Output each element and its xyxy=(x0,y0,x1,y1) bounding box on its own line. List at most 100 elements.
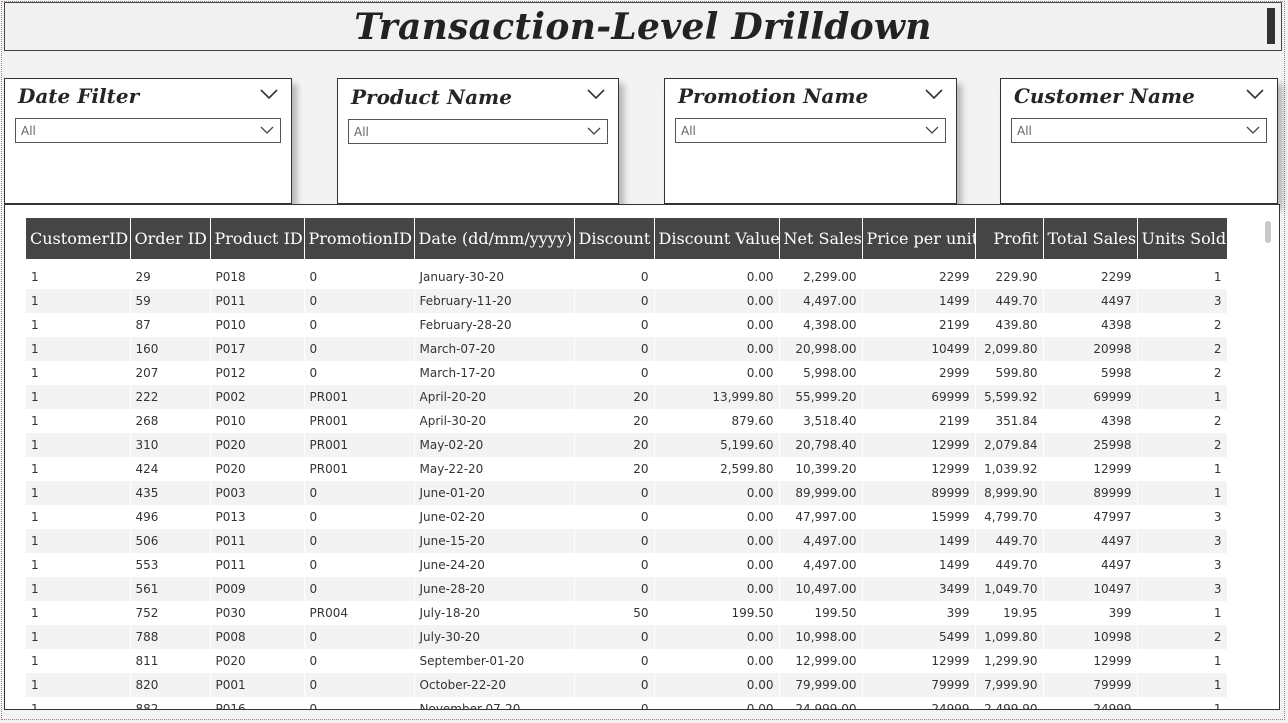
table-cell: 89,999.00 xyxy=(779,481,863,505)
column-header[interactable]: Price per unit xyxy=(862,218,976,259)
table-scrollbar[interactable] xyxy=(1265,217,1273,705)
table-cell: 12999 xyxy=(1043,457,1138,481)
table-row[interactable]: 1 506 P011 0 June-15-20 0 0.00 4,497.00 1499 449.… xyxy=(26,529,1228,553)
column-header[interactable]: Order ID xyxy=(130,218,211,259)
table-cell: 10,998.00 xyxy=(779,625,863,649)
chevron-down-icon[interactable] xyxy=(586,87,606,101)
table-cell: 8,999.90 xyxy=(975,481,1044,505)
table-cell: 25998 xyxy=(1043,433,1138,457)
column-header[interactable]: Date (dd/mm/yyyy) xyxy=(414,218,575,259)
column-header[interactable]: Total Sales xyxy=(1043,218,1138,259)
table-cell: P018 xyxy=(210,259,305,289)
table-cell: 55,999.20 xyxy=(779,385,863,409)
column-header[interactable]: Units Sold xyxy=(1137,218,1228,259)
table-cell: 1 xyxy=(26,313,131,337)
scrollbar-thumb[interactable] xyxy=(1265,221,1271,243)
chevron-down-icon[interactable] xyxy=(1245,87,1265,101)
table-cell: PR001 xyxy=(304,433,415,457)
slicer-title: Customer Name xyxy=(1014,84,1195,108)
table-cell: 2,599.80 xyxy=(654,457,780,481)
table-cell: 3 xyxy=(1137,553,1228,577)
table-cell: 5,199.60 xyxy=(654,433,780,457)
table-cell: 1499 xyxy=(862,529,976,553)
table-cell: 4497 xyxy=(1043,529,1138,553)
column-header[interactable]: Discount Value xyxy=(654,218,780,259)
product-name-dropdown[interactable]: All xyxy=(348,119,608,144)
chevron-down-icon[interactable] xyxy=(924,87,944,101)
table-row[interactable]: 1 87 P010 0 February-28-20 0 0.00 4,398.00 2199 4… xyxy=(26,313,1228,337)
date-filter-dropdown[interactable]: All xyxy=(15,118,281,143)
table-cell: 1 xyxy=(1137,259,1228,289)
column-header[interactable]: PromotionID xyxy=(304,218,415,259)
column-header[interactable]: CustomerID xyxy=(26,218,131,259)
column-header[interactable]: Product ID xyxy=(210,218,305,259)
table-cell: 351.84 xyxy=(975,409,1044,433)
table-row[interactable]: 1 310 P020 PR001 May-02-20 20 5,199.60 20,798.4… xyxy=(26,433,1228,457)
table-cell: 0 xyxy=(304,481,415,505)
table-cell: June-24-20 xyxy=(414,553,575,577)
table-cell: 0 xyxy=(574,505,655,529)
table-cell: P011 xyxy=(210,289,305,313)
table-row[interactable]: 1 752 P030 PR004 July-18-20 50 199.50 199.50 399… xyxy=(26,601,1228,625)
table-cell: May-22-20 xyxy=(414,457,575,481)
table-cell: 1 xyxy=(26,553,131,577)
table-cell: 0.00 xyxy=(654,361,780,385)
table-cell: 439.80 xyxy=(975,313,1044,337)
table-cell: 2,299.00 xyxy=(779,259,863,289)
table-row[interactable]: 1 424 P020 PR001 May-22-20 20 2,599.80 10,399.2… xyxy=(26,457,1228,481)
table-cell: June-01-20 xyxy=(414,481,575,505)
table-cell: 2199 xyxy=(862,409,976,433)
table-cell: P008 xyxy=(210,625,305,649)
table-cell: 435 xyxy=(130,481,211,505)
slicer-customer-name: Customer Name All xyxy=(1000,78,1278,204)
table-row[interactable]: 1 553 P011 0 June-24-20 0 0.00 4,497.00 1499 449.… xyxy=(26,553,1228,577)
promotion-name-dropdown[interactable]: All xyxy=(675,118,946,143)
table-row[interactable]: 1 882 P016 0 November-07-20 0 0.00 24,999.00 249… xyxy=(26,697,1228,709)
table-cell: 0 xyxy=(574,697,655,709)
table-row[interactable]: 1 222 P002 PR001 April-20-20 20 13,999.80 55,99… xyxy=(26,385,1228,409)
table-cell: 3 xyxy=(1137,577,1228,601)
table-cell: 24999 xyxy=(862,697,976,709)
dropdown-value: All xyxy=(1017,124,1032,138)
table-row[interactable]: 1 811 P020 0 September-01-20 0 0.00 12,999.00 12… xyxy=(26,649,1228,673)
column-header[interactable]: Net Sales xyxy=(779,218,863,259)
table-row[interactable]: 1 160 P017 0 March-07-20 0 0.00 20,998.00 10499 2… xyxy=(26,337,1228,361)
table-cell: 10998 xyxy=(1043,625,1138,649)
table-row[interactable]: 1 496 P013 0 June-02-20 0 0.00 47,997.00 15999 4,… xyxy=(26,505,1228,529)
table-cell: 12999 xyxy=(1043,649,1138,673)
table-cell: P017 xyxy=(210,337,305,361)
column-header[interactable]: Profit xyxy=(975,218,1044,259)
table-row[interactable]: 1 820 P001 0 October-22-20 0 0.00 79,999.00 7999… xyxy=(26,673,1228,697)
table-cell: 0 xyxy=(574,337,655,361)
table-cell: March-17-20 xyxy=(414,361,575,385)
table-cell: 5,599.92 xyxy=(975,385,1044,409)
table-row[interactable]: 1 29 P018 0 January-30-20 0 0.00 2,299.00 2299 22… xyxy=(26,259,1228,289)
table-cell: 0.00 xyxy=(654,625,780,649)
table-row[interactable]: 1 788 P008 0 July-30-20 0 0.00 10,998.00 5499 1,0… xyxy=(26,625,1228,649)
table-row[interactable]: 1 561 P009 0 June-28-20 0 0.00 10,497.00 3499 1,0… xyxy=(26,577,1228,601)
table-cell: 0 xyxy=(304,313,415,337)
table-cell: 2299 xyxy=(1043,259,1138,289)
title-scrollbar[interactable] xyxy=(1267,8,1275,44)
table-cell: 20,998.00 xyxy=(779,337,863,361)
column-header[interactable]: Discount xyxy=(574,218,655,259)
table-cell: 79999 xyxy=(1043,673,1138,697)
chevron-down-icon[interactable] xyxy=(259,87,279,101)
table-cell: 0 xyxy=(304,505,415,529)
table-row[interactable]: 1 59 P011 0 February-11-20 0 0.00 4,497.00 1499 4… xyxy=(26,289,1228,313)
table-row[interactable]: 1 268 P010 PR001 April-30-20 20 879.60 3,518.40… xyxy=(26,409,1228,433)
table-cell: P002 xyxy=(210,385,305,409)
dropdown-value: All xyxy=(21,124,36,138)
table-cell: P013 xyxy=(210,505,305,529)
table-cell: 268 xyxy=(130,409,211,433)
table-cell: 1 xyxy=(26,505,131,529)
table-cell: 449.70 xyxy=(975,553,1044,577)
table-row[interactable]: 1 207 P012 0 March-17-20 0 0.00 5,998.00 2999 599… xyxy=(26,361,1228,385)
table-cell: June-15-20 xyxy=(414,529,575,553)
table-row[interactable]: 1 435 P003 0 June-01-20 0 0.00 89,999.00 89999 8,… xyxy=(26,481,1228,505)
table-cell: 3499 xyxy=(862,577,976,601)
table-cell: 10,399.20 xyxy=(779,457,863,481)
customer-name-dropdown[interactable]: All xyxy=(1011,118,1267,143)
table-cell: 87 xyxy=(130,313,211,337)
transactions-table: CustomerID Order ID Product ID PromotionID D… xyxy=(26,218,1228,709)
